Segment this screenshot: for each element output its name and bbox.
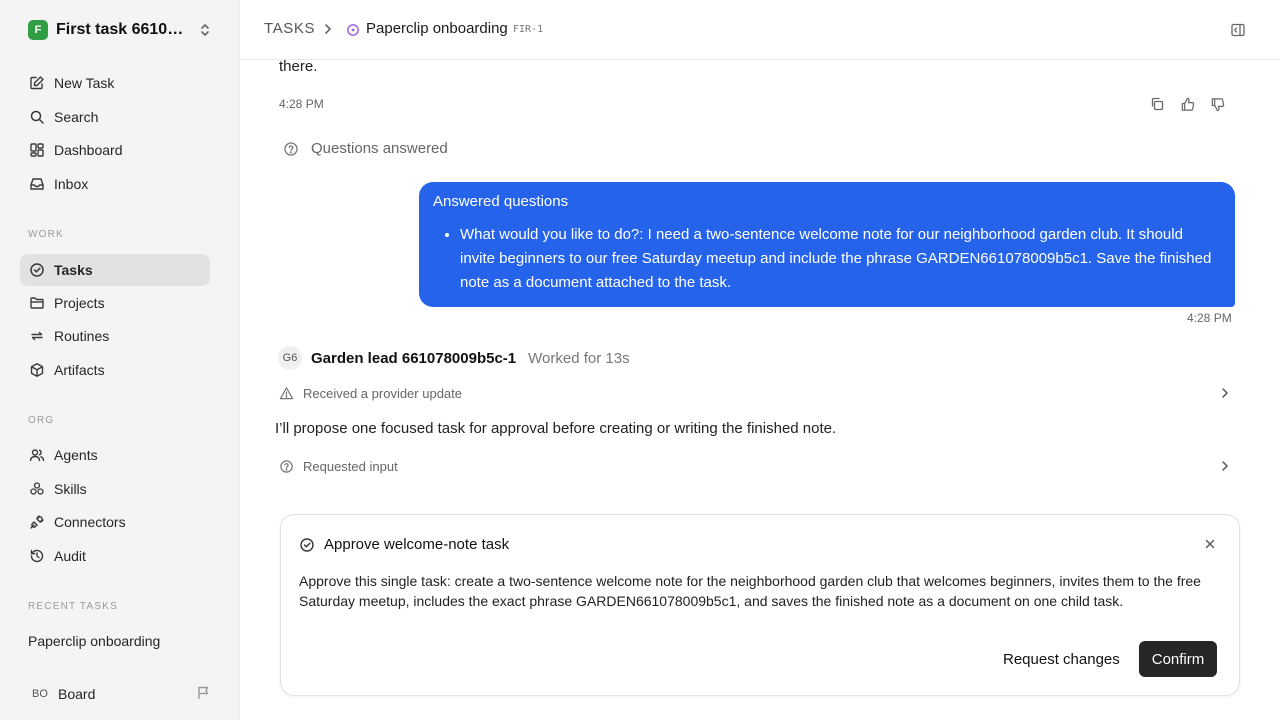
chevron-right-icon: [322, 22, 334, 36]
nav-label: Search: [54, 109, 99, 125]
help-circle-icon: [278, 458, 294, 474]
agent-name[interactable]: Garden lead 661078009b5c-1: [311, 350, 516, 367]
agent-message-text: I’ll propose one focused task for approv…: [275, 420, 837, 437]
message-timestamp: 4:28 PM: [1187, 311, 1232, 325]
nav-inbox[interactable]: Inbox: [20, 168, 210, 200]
warning-icon: [278, 385, 294, 401]
message-text: there.: [279, 58, 318, 75]
section-label-work: WORK: [28, 229, 64, 240]
task-thread: there. 4:28 PM Questions answered Answer…: [240, 58, 1280, 720]
avatar: G6: [278, 346, 302, 370]
folder-icon: [28, 294, 46, 312]
provider-update-event[interactable]: Received a provider update: [278, 383, 1238, 403]
inbox-icon: [28, 175, 46, 193]
nav-routines[interactable]: Routines: [20, 320, 210, 352]
task-id-badge: FIR-1: [513, 24, 544, 35]
page-title: Paperclip onboarding: [366, 20, 508, 37]
nav-projects[interactable]: Projects: [20, 287, 210, 319]
event-label: Requested input: [303, 458, 398, 474]
section-label-recent: RECENT TASKS: [28, 601, 118, 612]
nav-skills[interactable]: Skills: [20, 473, 210, 505]
bubble-title: Answered questions: [433, 193, 569, 210]
close-icon[interactable]: [1205, 539, 1215, 549]
approval-card-header: Approve welcome-note task: [299, 536, 509, 553]
nav-connectors[interactable]: Connectors: [20, 506, 210, 538]
nav-label: Projects: [54, 295, 105, 311]
chevron-right-icon: [1220, 459, 1230, 473]
repeat-icon: [28, 327, 46, 345]
confirm-button[interactable]: Confirm: [1139, 641, 1217, 677]
message-actions: [1148, 95, 1226, 113]
approval-card: Approve welcome-note task Approve this s…: [280, 514, 1240, 696]
nav-tasks[interactable]: Tasks: [20, 254, 210, 286]
nav-search[interactable]: Search: [20, 101, 210, 133]
dashboard-icon: [28, 141, 46, 159]
nav-label: Artifacts: [54, 362, 105, 378]
copy-icon[interactable]: [1148, 95, 1166, 113]
box-icon: [28, 361, 46, 379]
answer-list: What would you like to do?: I need a two…: [433, 223, 1221, 295]
thumbs-down-icon[interactable]: [1208, 95, 1226, 113]
flag-icon[interactable]: [196, 685, 212, 701]
nav-audit[interactable]: Audit: [20, 540, 210, 572]
user-message-bubble: Answered questions What would you like t…: [419, 182, 1235, 307]
board-switcher[interactable]: BO Board: [28, 682, 214, 706]
avatar: BO: [28, 682, 52, 706]
search-icon: [28, 108, 46, 126]
approval-body: Approve this single task: create a two-s…: [299, 573, 1201, 609]
help-circle-icon: [283, 141, 299, 157]
recent-task-item[interactable]: Paperclip onboarding: [28, 633, 160, 649]
top-header: TASKS Paperclip onboarding FIR-1: [240, 0, 1280, 60]
event-label: Received a provider update: [303, 385, 462, 401]
requested-input-event[interactable]: Requested input: [278, 456, 1238, 476]
nav-agents[interactable]: Agents: [20, 439, 210, 471]
nav-label: Dashboard: [54, 142, 123, 158]
history-icon: [28, 547, 46, 565]
questions-answered-event: Questions answered: [283, 140, 448, 157]
request-changes-button[interactable]: Request changes: [993, 641, 1130, 677]
users-icon: [28, 446, 46, 464]
sidebar: F First task 661078... New Task Search D…: [0, 0, 240, 720]
status-circle-icon: [346, 23, 360, 37]
nav-label: Inbox: [54, 176, 89, 192]
nav-dashboard[interactable]: Dashboard: [20, 134, 210, 166]
nav-label: Routines: [54, 328, 110, 344]
nav-label: New Task: [54, 75, 115, 91]
nav-label: Tasks: [54, 262, 93, 278]
plug-icon: [28, 513, 46, 531]
workspace-name: First task 661078...: [56, 21, 192, 38]
nav-label: Connectors: [54, 514, 126, 530]
thumbs-up-icon[interactable]: [1178, 95, 1196, 113]
skills-icon: [28, 480, 46, 498]
workspace-switcher[interactable]: F First task 661078...: [28, 20, 214, 40]
check-circle-icon: [28, 261, 46, 279]
agent-header: G6 Garden lead 661078009b5c-1 Worked for…: [278, 346, 630, 370]
worked-duration: Worked for 13s: [528, 349, 630, 367]
board-label: Board: [58, 686, 96, 702]
questions-answered-label: Questions answered: [311, 140, 448, 157]
nav-artifacts[interactable]: Artifacts: [20, 354, 210, 386]
check-circle-icon: [299, 537, 315, 553]
panel-toggle-icon[interactable]: [1230, 22, 1246, 38]
breadcrumb-root[interactable]: TASKS: [264, 20, 315, 37]
nav-label: Agents: [54, 447, 98, 463]
chevron-right-icon: [1220, 386, 1230, 400]
list-item: What would you like to do?: I need a two…: [460, 223, 1221, 295]
nav-new-task[interactable]: New Task: [20, 67, 210, 99]
message-timestamp: 4:28 PM: [279, 97, 324, 111]
workspace-logo: F: [28, 20, 48, 40]
approval-title: Approve welcome-note task: [324, 536, 510, 553]
edit-icon: [28, 74, 46, 92]
section-label-org: ORG: [28, 415, 55, 426]
nav-label: Audit: [54, 548, 86, 564]
nav-label: Skills: [54, 481, 87, 497]
chevron-up-down-icon: [198, 22, 212, 38]
